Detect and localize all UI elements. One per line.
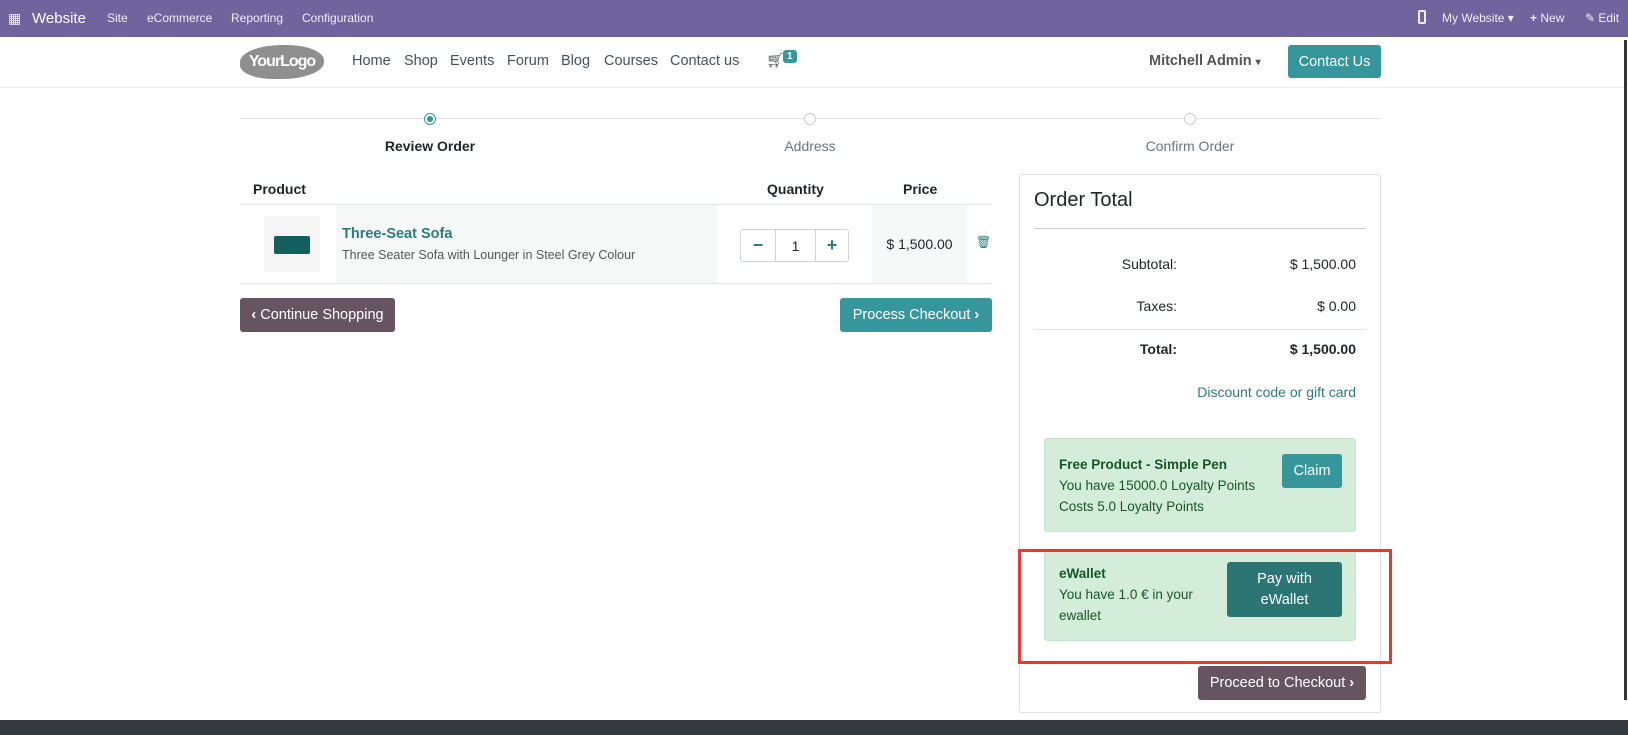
chevron-left-icon: ‹ bbox=[251, 307, 261, 323]
product-price: $ 1,500.00 bbox=[872, 205, 967, 283]
nav-events[interactable]: Events bbox=[450, 53, 494, 69]
website-name: My Website bbox=[1442, 11, 1505, 25]
nav-contact-us[interactable]: Contact us bbox=[670, 53, 739, 69]
edit-label: Edit bbox=[1598, 11, 1620, 25]
new-label: New bbox=[1540, 11, 1565, 25]
header-quantity: Quantity bbox=[767, 181, 824, 197]
table-row: Three-Seat Sofa Three Seater Sofa with L… bbox=[240, 205, 992, 283]
app-name[interactable]: Website bbox=[32, 10, 86, 27]
discount-code-link[interactable]: Discount code or gift card bbox=[1076, 384, 1356, 400]
order-total-title: Order Total bbox=[1034, 189, 1133, 211]
user-menu[interactable]: Mitchell Admin ▾ bbox=[1149, 53, 1261, 69]
product-description: Three Seater Sofa with Lounger in Steel … bbox=[342, 248, 636, 262]
step-address: Address bbox=[784, 138, 836, 154]
reward-alert: Free Product - Simple Pen You have 15000… bbox=[1044, 438, 1356, 532]
claim-button[interactable]: Claim bbox=[1282, 454, 1342, 488]
step-dot bbox=[1184, 113, 1196, 125]
cart-badge: 1 bbox=[783, 50, 797, 63]
cart-icon[interactable]: 🛒︎ bbox=[766, 52, 784, 69]
trash-icon[interactable]: 🗑︎ bbox=[976, 235, 991, 249]
process-label: Process Checkout bbox=[852, 307, 971, 323]
reward-points: You have 15000.0 Loyalty Points bbox=[1059, 478, 1256, 493]
top-bar: ▦ Website Site eCommerce Reporting Confi… bbox=[0, 0, 1628, 37]
continue-shopping-button[interactable]: ‹ Continue Shopping bbox=[240, 298, 395, 332]
step-confirm-order: Confirm Order bbox=[1145, 138, 1235, 154]
nav-shop[interactable]: Shop bbox=[404, 53, 438, 69]
product-name[interactable]: Three-Seat Sofa bbox=[342, 226, 452, 242]
taxes-label: Taxes: bbox=[1136, 298, 1177, 314]
user-name: Mitchell Admin bbox=[1149, 53, 1252, 69]
quantity-input[interactable]: 1 bbox=[776, 230, 815, 261]
nav-courses[interactable]: Courses bbox=[604, 53, 658, 69]
pencil-icon: ✎ bbox=[1585, 11, 1596, 25]
chevron-right-icon: › bbox=[970, 307, 980, 323]
proceed-to-checkout-button[interactable]: Proceed to Checkout › bbox=[1198, 666, 1366, 700]
mobile-preview-icon[interactable] bbox=[1418, 10, 1426, 24]
continue-label: Continue Shopping bbox=[260, 307, 384, 323]
total-value: $ 1,500.00 bbox=[1289, 341, 1356, 357]
proceed-label: Proceed to Checkout bbox=[1209, 675, 1346, 691]
menu-site[interactable]: Site bbox=[107, 11, 128, 25]
nav-home[interactable]: Home bbox=[352, 53, 391, 69]
menu-ecommerce[interactable]: eCommerce bbox=[147, 11, 212, 25]
taxes-value: $ 0.00 bbox=[1317, 298, 1356, 314]
reward-cost: Costs 5.0 Loyalty Points bbox=[1059, 499, 1204, 514]
quantity-stepper: − 1 + bbox=[740, 229, 849, 262]
scrollbar[interactable] bbox=[1624, 40, 1627, 700]
product-info: Three-Seat Sofa Three Seater Sofa with L… bbox=[336, 205, 717, 283]
reward-title: Free Product - Simple Pen bbox=[1059, 457, 1228, 472]
divider bbox=[1034, 228, 1366, 229]
new-button[interactable]: + New bbox=[1530, 11, 1564, 25]
decrease-button[interactable]: − bbox=[741, 230, 776, 261]
menu-configuration[interactable]: Configuration bbox=[302, 11, 373, 25]
menu-reporting[interactable]: Reporting bbox=[231, 11, 283, 25]
header-product: Product bbox=[253, 181, 306, 197]
subtotal-value: $ 1,500.00 bbox=[1289, 256, 1356, 272]
process-checkout-button[interactable]: Process Checkout › bbox=[840, 298, 992, 332]
logo[interactable]: YourLogo bbox=[240, 45, 324, 79]
nav-forum[interactable]: Forum bbox=[507, 53, 549, 69]
total-label: Total: bbox=[1139, 341, 1177, 357]
header-price: Price bbox=[903, 181, 938, 197]
footer bbox=[0, 720, 1628, 735]
edit-button[interactable]: ✎ Edit bbox=[1585, 11, 1619, 25]
site-header: YourLogo Home Shop Events Forum Blog Cou… bbox=[0, 37, 1628, 88]
divider bbox=[1034, 329, 1366, 330]
highlight-box bbox=[1018, 549, 1392, 664]
increase-button[interactable]: + bbox=[815, 230, 848, 261]
website-switcher[interactable]: My Website ▾ bbox=[1442, 11, 1514, 25]
nav-blog[interactable]: Blog bbox=[561, 53, 590, 69]
contact-us-button[interactable]: Contact Us bbox=[1288, 45, 1381, 78]
chevron-right-icon: › bbox=[1345, 675, 1355, 691]
divider bbox=[240, 283, 992, 284]
step-review-order: Review Order bbox=[384, 138, 476, 154]
step-dot-active bbox=[424, 113, 436, 125]
subtotal-label: Subtotal: bbox=[1121, 256, 1177, 272]
apps-grid-icon[interactable]: ▦ bbox=[8, 10, 21, 27]
step-dot bbox=[804, 113, 816, 125]
plus-icon: + bbox=[1530, 11, 1538, 25]
product-image[interactable] bbox=[264, 216, 320, 272]
